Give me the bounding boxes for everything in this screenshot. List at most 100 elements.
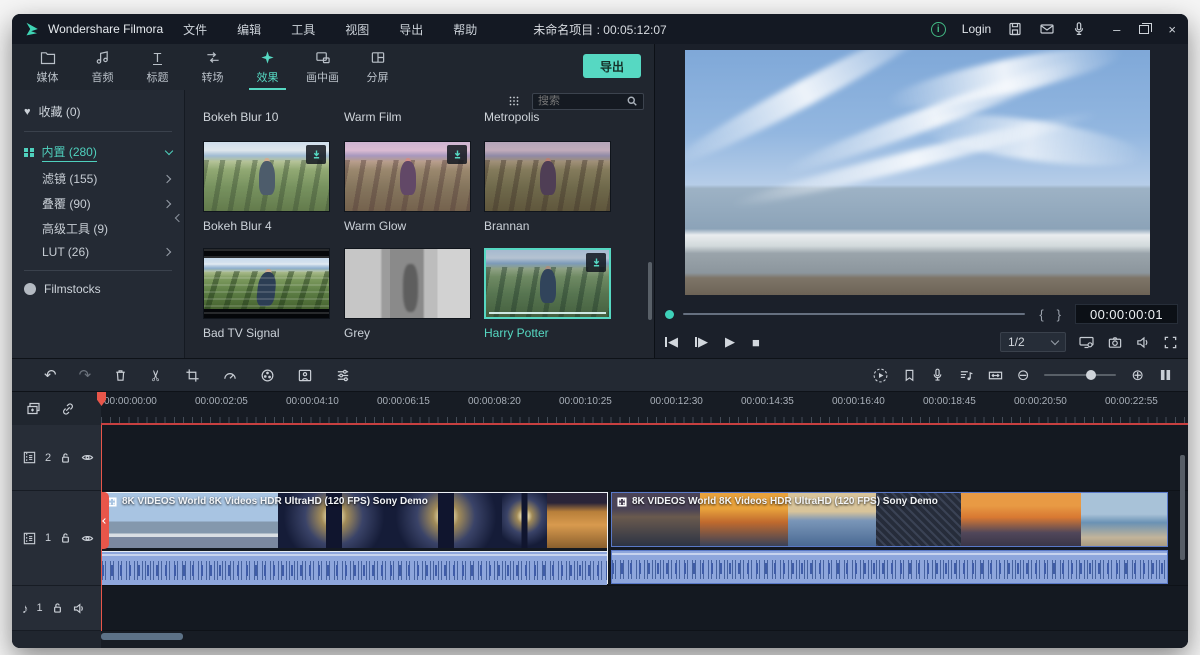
volume-icon[interactable]: [1135, 335, 1151, 350]
minimize-button[interactable]: –: [1113, 22, 1120, 37]
menu-tools[interactable]: 工具: [291, 21, 315, 38]
effect-cell[interactable]: Brannan: [484, 141, 611, 233]
menu-edit[interactable]: 编辑: [237, 21, 261, 38]
redo-button[interactable]: ↷: [79, 368, 92, 383]
effect-thumbnail[interactable]: [203, 248, 330, 319]
audio-track-1-lane[interactable]: [101, 586, 1188, 631]
sidebar-item-advanced-tools[interactable]: 高级工具 (9): [12, 216, 184, 241]
restore-button[interactable]: [1139, 25, 1149, 34]
sidebar-item-builtin[interactable]: 内置 (280): [12, 139, 184, 166]
menu-help[interactable]: 帮助: [453, 21, 477, 38]
menu-view[interactable]: 视图: [345, 21, 369, 38]
tab-splitscreen[interactable]: 分屏: [350, 44, 405, 90]
eye-icon[interactable]: [80, 451, 95, 464]
zoom-in-icon[interactable]: ⊕: [1131, 368, 1144, 383]
lock-icon[interactable]: [51, 601, 64, 615]
save-icon[interactable]: [1007, 21, 1023, 37]
snapshot-camera-icon[interactable]: [1107, 335, 1123, 350]
motion-tracking-icon[interactable]: [297, 368, 313, 383]
effect-cell[interactable]: Warm Glow: [344, 141, 471, 233]
sidebar-item-lut[interactable]: LUT (26): [12, 241, 184, 263]
delete-icon[interactable]: [113, 368, 128, 383]
horizontal-scrollbar[interactable]: [101, 633, 183, 640]
effect-thumbnail[interactable]: [484, 141, 611, 212]
add-track-icon[interactable]: [25, 401, 42, 417]
speed-icon[interactable]: [222, 368, 238, 383]
effect-cell[interactable]: Grey: [344, 248, 471, 340]
next-frame-button[interactable]: ▶: [695, 334, 708, 350]
effect-thumbnail[interactable]: [344, 141, 471, 212]
video-clip[interactable]: 8K VIDEOS World 8K Videos HDR UltraHD (1…: [611, 492, 1168, 584]
lock-icon[interactable]: [59, 451, 72, 465]
crop-icon[interactable]: [185, 368, 200, 383]
video-track-1-lane[interactable]: 8K VIDEOS World 8K Videos HDR UltraHD (1…: [101, 491, 1188, 586]
video-track-2-lane[interactable]: [101, 425, 1188, 491]
adjust-sliders-icon[interactable]: [335, 368, 351, 383]
zoom-slider[interactable]: [1044, 374, 1116, 376]
effects-scrollbar[interactable]: [648, 262, 652, 320]
tab-audio[interactable]: 音频: [75, 44, 130, 90]
video-clip-selected[interactable]: 8K VIDEOS World 8K Videos HDR UltraHD (1…: [101, 492, 608, 584]
tab-effects[interactable]: 效果: [240, 44, 295, 90]
voiceover-mic-icon[interactable]: [930, 367, 945, 383]
grid-view-icon[interactable]: [507, 94, 521, 108]
search-input[interactable]: [538, 95, 626, 107]
vertical-scrollbar[interactable]: [1180, 455, 1185, 560]
audio-mixer-icon[interactable]: [958, 368, 974, 383]
tab-pip[interactable]: 画中画: [295, 44, 350, 90]
render-preview-icon[interactable]: [872, 367, 889, 384]
seek-bar[interactable]: [683, 313, 1025, 315]
sidebar-item-overlays[interactable]: 叠覆 (90): [12, 191, 184, 216]
tab-titles[interactable]: T 标题: [130, 44, 185, 90]
preview-video[interactable]: [685, 50, 1150, 295]
zoom-out-icon[interactable]: ⊖: [1017, 368, 1030, 383]
undo-button[interactable]: ↶: [44, 368, 57, 383]
fit-timeline-icon[interactable]: [987, 368, 1004, 383]
seek-handle[interactable]: [665, 310, 674, 319]
close-button[interactable]: ×: [1168, 22, 1176, 37]
search-box[interactable]: [532, 93, 644, 110]
mark-in-icon[interactable]: {: [1039, 307, 1043, 322]
timeline-ruler[interactable]: 00:00:00:00 00:00:02:05 00:00:04:10 00:0…: [101, 392, 1188, 425]
split-scissors-button[interactable]: ✂: [149, 369, 164, 382]
effect-cell[interactable]: Bad TV Signal: [203, 248, 330, 340]
fullscreen-icon[interactable]: [1163, 335, 1178, 350]
tab-media[interactable]: 媒体: [20, 44, 75, 90]
sidebar-item-filters[interactable]: 滤镜 (155): [12, 166, 184, 191]
sidebar-item-favorites[interactable]: ♥ 收藏 (0): [12, 99, 184, 124]
timeline-view-icon[interactable]: [1157, 367, 1174, 383]
lock-icon[interactable]: [59, 531, 72, 545]
tab-label: 媒体: [37, 69, 59, 85]
menu-export[interactable]: 导出: [399, 21, 423, 38]
effect-thumbnail[interactable]: [344, 248, 471, 319]
download-icon[interactable]: [306, 145, 326, 164]
marker-icon[interactable]: [902, 368, 917, 383]
quality-select[interactable]: 1/2: [1000, 332, 1066, 352]
tab-transitions[interactable]: 转场: [185, 44, 240, 90]
search-icon[interactable]: [626, 95, 638, 107]
download-icon[interactable]: [586, 253, 606, 272]
sidebar-item-filmstocks[interactable]: Filmstocks: [12, 278, 184, 300]
color-correction-icon[interactable]: [260, 368, 275, 383]
download-icon[interactable]: [447, 145, 467, 164]
display-settings-icon[interactable]: [1078, 334, 1095, 350]
mail-icon[interactable]: [1039, 21, 1055, 37]
eye-icon[interactable]: [80, 532, 95, 545]
export-button[interactable]: 导出: [583, 54, 641, 78]
menu-file[interactable]: 文件: [183, 21, 207, 38]
clip-trim-handle[interactable]: [101, 492, 109, 549]
link-icon[interactable]: [60, 401, 76, 417]
effect-cell-selected[interactable]: Harry Potter: [484, 248, 611, 340]
speaker-icon[interactable]: [72, 602, 86, 615]
login-button[interactable]: Login: [962, 22, 991, 36]
previous-frame-button[interactable]: ◀: [665, 334, 678, 350]
info-icon[interactable]: i: [931, 22, 946, 37]
effect-thumbnail[interactable]: [203, 141, 330, 212]
effect-thumbnail[interactable]: [484, 248, 611, 319]
zoom-slider-handle[interactable]: [1086, 370, 1096, 380]
play-button[interactable]: ▶: [725, 334, 735, 350]
mark-out-icon[interactable]: }: [1057, 307, 1061, 322]
stop-button[interactable]: ■: [752, 335, 760, 350]
effect-cell[interactable]: Bokeh Blur 4: [203, 141, 330, 233]
microphone-icon[interactable]: [1071, 21, 1087, 37]
